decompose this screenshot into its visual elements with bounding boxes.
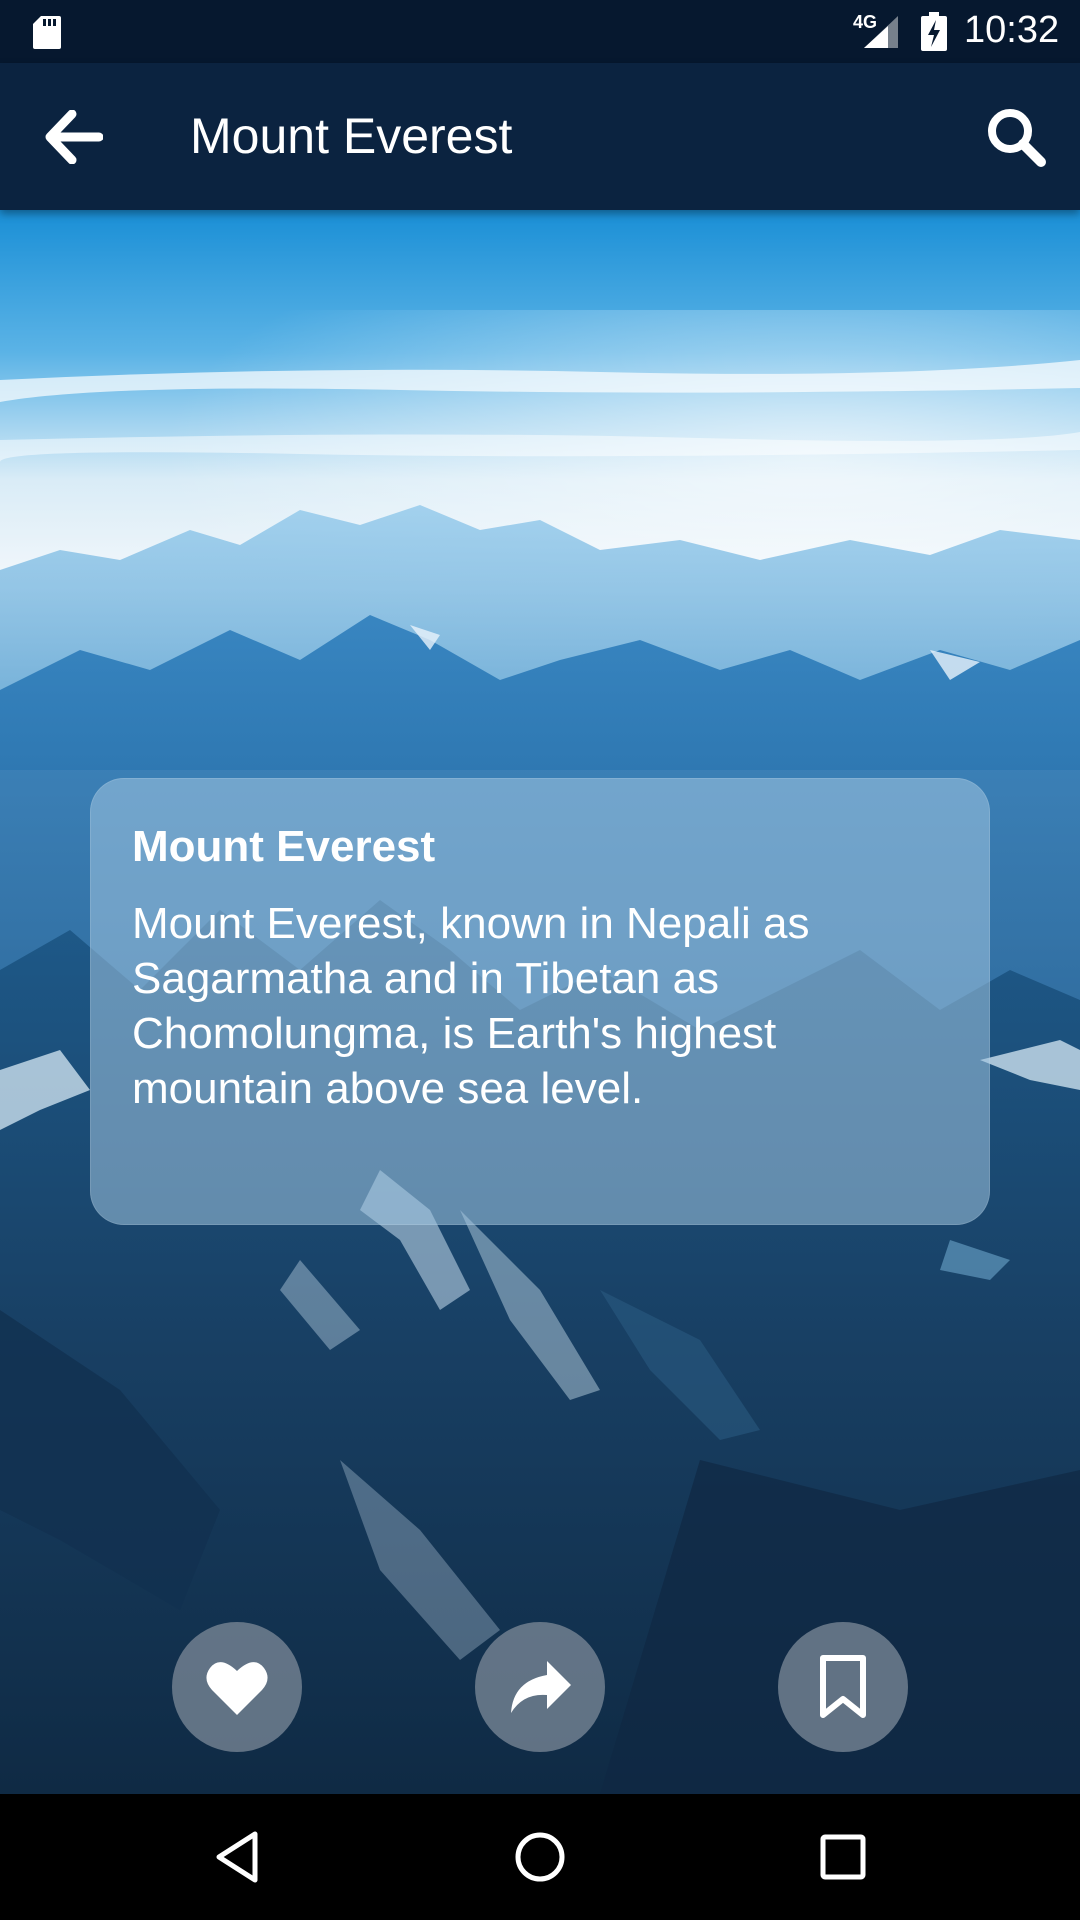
nav-home-icon [515, 1832, 565, 1882]
arrow-back-icon [45, 110, 103, 164]
search-icon [988, 109, 1046, 167]
status-bar: 4G 10:32 [0, 0, 1080, 63]
cell-signal-icon [864, 16, 898, 48]
back-button[interactable] [30, 93, 118, 181]
share-arrow-icon [511, 1661, 571, 1713]
like-button[interactable] [172, 1622, 302, 1752]
share-button[interactable] [475, 1622, 605, 1752]
page-title: Mount Everest [190, 108, 513, 164]
sd-card-icon [33, 16, 61, 49]
search-button[interactable] [972, 93, 1060, 181]
navigation-bar [0, 1794, 1080, 1920]
card-title: Mount Everest [132, 822, 436, 871]
info-card: Mount Everest Mount Everest, known in Ne… [90, 778, 990, 1225]
heart-icon [206, 1662, 268, 1715]
nav-recents-icon [820, 1834, 866, 1880]
bookmark-icon [820, 1655, 866, 1718]
nav-back-icon [216, 1831, 258, 1883]
screen: 4G 10:32 Mount Everest Mount Everest Mou… [0, 0, 1080, 1920]
status-time: 10:32 [964, 9, 1060, 51]
card-description: Mount Everest, known in Nepali as Sagarm… [132, 899, 810, 1113]
app-bar: Mount Everest [0, 63, 1080, 210]
nav-home-button[interactable] [485, 1814, 595, 1900]
bookmark-button[interactable] [778, 1622, 908, 1752]
nav-back-button[interactable] [182, 1814, 292, 1900]
nav-recents-button[interactable] [788, 1814, 898, 1900]
battery-charging-icon [921, 12, 947, 51]
